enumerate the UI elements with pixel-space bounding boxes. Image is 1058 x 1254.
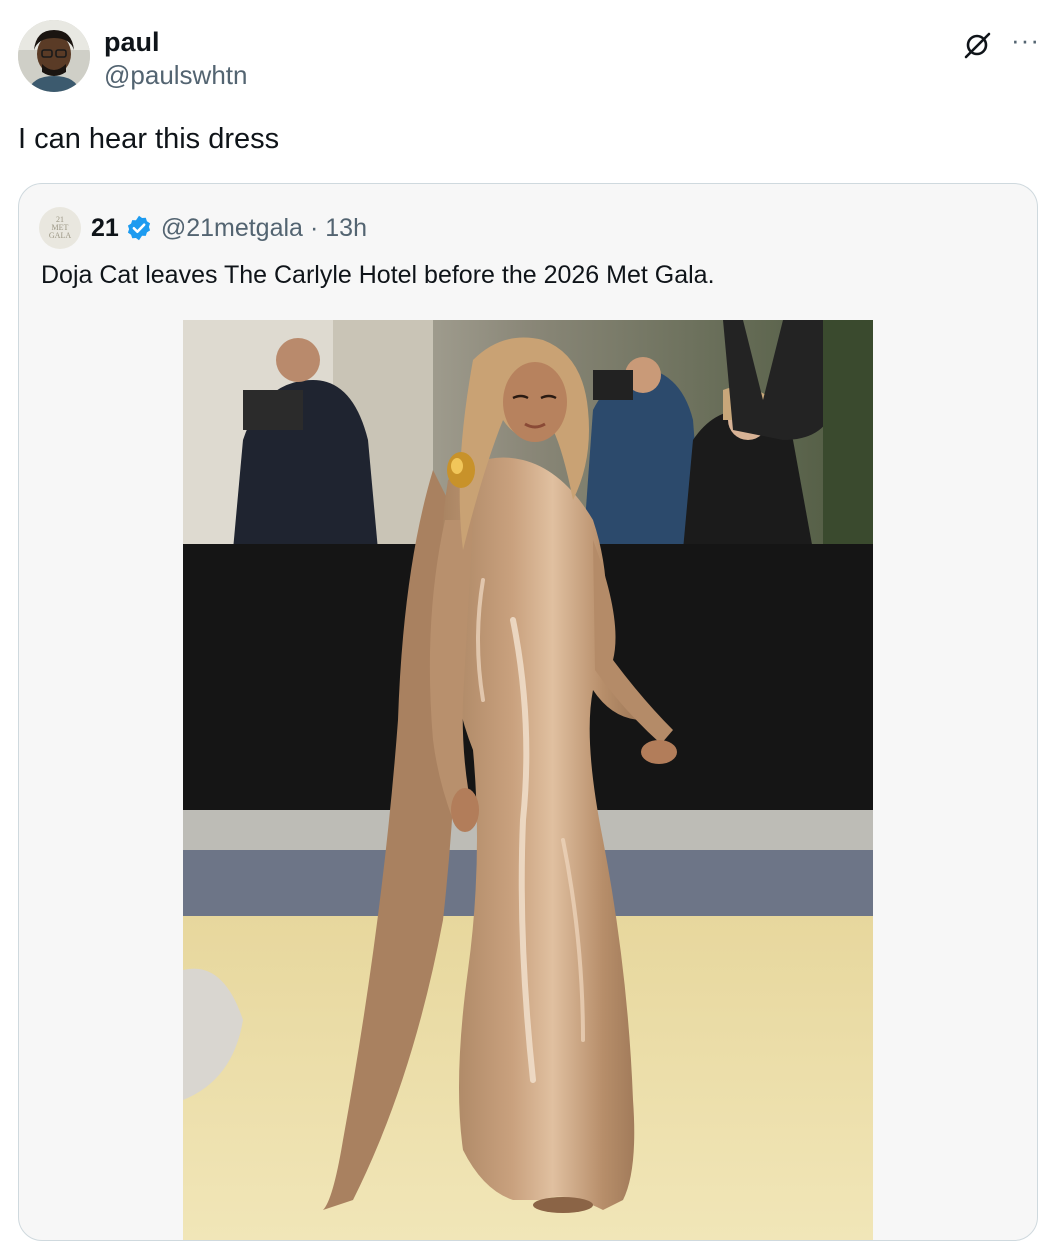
quoted-tweet-card[interactable]: 21 MET GALA 21 @21metgala · 13h Doja Cat… xyxy=(18,183,1038,1241)
more-horizontal-icon[interactable]: ··· xyxy=(1011,27,1040,62)
tweet-text: I can hear this dress xyxy=(18,123,280,155)
quoted-handle[interactable]: @21metgala xyxy=(161,214,303,243)
quoted-display-name[interactable]: 21 xyxy=(91,214,119,243)
quoted-avatar-line: GALA xyxy=(48,231,72,240)
grok-slash-circle-icon[interactable] xyxy=(961,29,993,61)
display-name[interactable]: paul xyxy=(104,26,247,58)
header-actions: ··· xyxy=(961,27,1040,62)
quoted-tweet-text: Doja Cat leaves The Carlyle Hotel before… xyxy=(41,261,715,289)
user-handle[interactable]: @paulswhtn xyxy=(104,58,247,92)
met-gala-red-carpet-photo[interactable] xyxy=(183,320,873,1240)
separator-dot: · xyxy=(309,213,319,242)
quoted-avatar[interactable]: 21 MET GALA xyxy=(39,207,81,249)
quoted-tweet-header: 21 MET GALA 21 @21metgala · 13h xyxy=(39,207,367,249)
user-name-block: paul @paulswhtn xyxy=(104,26,247,92)
quoted-timestamp[interactable]: 13h xyxy=(325,214,367,243)
verified-badge-icon xyxy=(125,214,153,242)
user-avatar[interactable] xyxy=(18,20,90,92)
tweet-header: paul @paulswhtn ··· xyxy=(18,20,1040,94)
